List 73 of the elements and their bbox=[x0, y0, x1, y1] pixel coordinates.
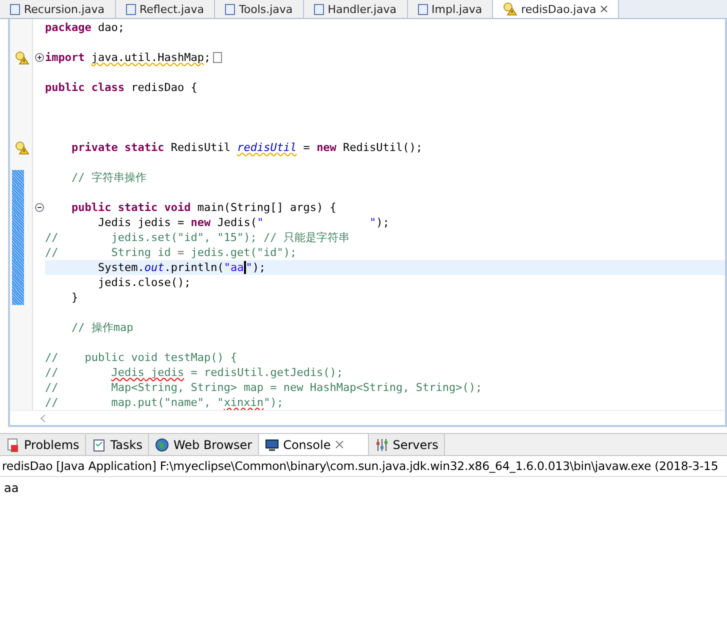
code-text: out bbox=[144, 260, 164, 275]
code-text: import bbox=[45, 50, 86, 65]
java-file-icon bbox=[225, 4, 236, 14]
code-text: new bbox=[190, 215, 211, 230]
code-text: jedis bbox=[150, 365, 184, 380]
code-text: RedisUtil bbox=[170, 140, 232, 155]
problems-icon bbox=[6, 438, 20, 452]
code-text: jedis.close(); bbox=[96, 275, 191, 290]
warning-bulb-icon bbox=[14, 50, 28, 64]
java-file-icon bbox=[10, 4, 20, 14]
code-text: System. bbox=[96, 260, 144, 275]
editor-tab[interactable]: Reflect.java bbox=[116, 0, 216, 18]
close-icon[interactable] bbox=[334, 440, 344, 449]
code-text: java.util.HashMap bbox=[91, 50, 204, 65]
code-text: // bbox=[45, 365, 60, 380]
globe-icon bbox=[155, 438, 170, 452]
view-tab[interactable]: Console bbox=[259, 434, 369, 455]
folded-code-icon[interactable] bbox=[212, 52, 222, 64]
view-tab[interactable]: Web Browser bbox=[149, 434, 260, 455]
sliders-icon bbox=[374, 438, 389, 452]
code-text: = redisUtil.getJedis(); bbox=[190, 365, 344, 380]
view-tab[interactable]: Servers bbox=[368, 434, 446, 455]
code-text: .println( bbox=[164, 260, 224, 275]
code-text: Jedis bbox=[111, 365, 144, 380]
code-text: public class bbox=[45, 80, 124, 95]
code-text: redisUtil bbox=[237, 140, 297, 155]
code-text: redisDao { bbox=[130, 80, 198, 95]
code-text: // Map<String, String> map = new HashMap<String, String>(); bbox=[45, 380, 482, 395]
code-text: } bbox=[70, 290, 78, 305]
code-text: "); bbox=[264, 395, 284, 410]
code-text: // String id = jedis.get("id"); bbox=[45, 245, 297, 260]
code-text: = bbox=[302, 140, 311, 155]
code-text: main(String[] args) { bbox=[196, 200, 336, 215]
code-text: public static void bbox=[70, 200, 191, 215]
collapse-icon[interactable] bbox=[34, 203, 44, 212]
java-file-warning-icon bbox=[503, 2, 518, 16]
editor-tab[interactable]: redisDao.java bbox=[493, 0, 620, 18]
code-text: new bbox=[316, 140, 336, 155]
code-text: // map.put("name", " bbox=[45, 395, 224, 410]
java-file-icon bbox=[314, 4, 324, 14]
editor-tab[interactable]: Tools.java bbox=[215, 0, 304, 18]
code-text: package bbox=[45, 20, 92, 35]
code-text: " " bbox=[256, 215, 376, 230]
view-tab[interactable]: Tasks bbox=[86, 434, 150, 455]
code-text: ; bbox=[204, 50, 211, 65]
warning-bulb-icon bbox=[14, 140, 28, 154]
console-header: redisDao [Java Application] F:\myeclipse\Common\binary\com.sun.java.jdk.win32.x86_64_1.6.0.013\bin\javaw.exe (2018-3-15 bbox=[0, 456, 727, 477]
view-tab[interactable]: Problems bbox=[0, 434, 86, 455]
text-cursor bbox=[244, 261, 246, 274]
code-text: // 操作map bbox=[70, 320, 134, 335]
editor-tab[interactable]: Handler.java bbox=[304, 0, 408, 18]
code-text: dao; bbox=[96, 20, 124, 35]
console-output: aa bbox=[3, 480, 20, 497]
editor-tab[interactable]: Recursion.java bbox=[0, 0, 116, 18]
code-text: "aa bbox=[224, 260, 244, 275]
java-file-icon bbox=[418, 4, 428, 14]
code-text: Jedis( bbox=[216, 215, 257, 230]
code-text: RedisUtil(); bbox=[342, 140, 423, 155]
code-text: " bbox=[246, 260, 252, 275]
expand-icon[interactable] bbox=[34, 53, 44, 62]
clipboard-icon bbox=[92, 438, 106, 452]
code-text: ); bbox=[376, 215, 390, 230]
editor-tab[interactable]: Impl.java bbox=[408, 0, 494, 18]
monitor-icon bbox=[265, 438, 280, 452]
code-text: Jedis jedis = bbox=[96, 215, 186, 230]
code-text: // 字符串操作 bbox=[70, 170, 146, 185]
code-text: ); bbox=[252, 260, 266, 275]
code-text: xinxin bbox=[224, 395, 264, 410]
java-file-icon bbox=[126, 4, 136, 14]
code-text: // jedis.set("id", "15"); // 只能是字符串 bbox=[45, 230, 350, 245]
close-icon[interactable] bbox=[600, 5, 608, 13]
code-text: // public void testMap() { bbox=[45, 350, 238, 365]
code-text: private static bbox=[70, 140, 164, 155]
